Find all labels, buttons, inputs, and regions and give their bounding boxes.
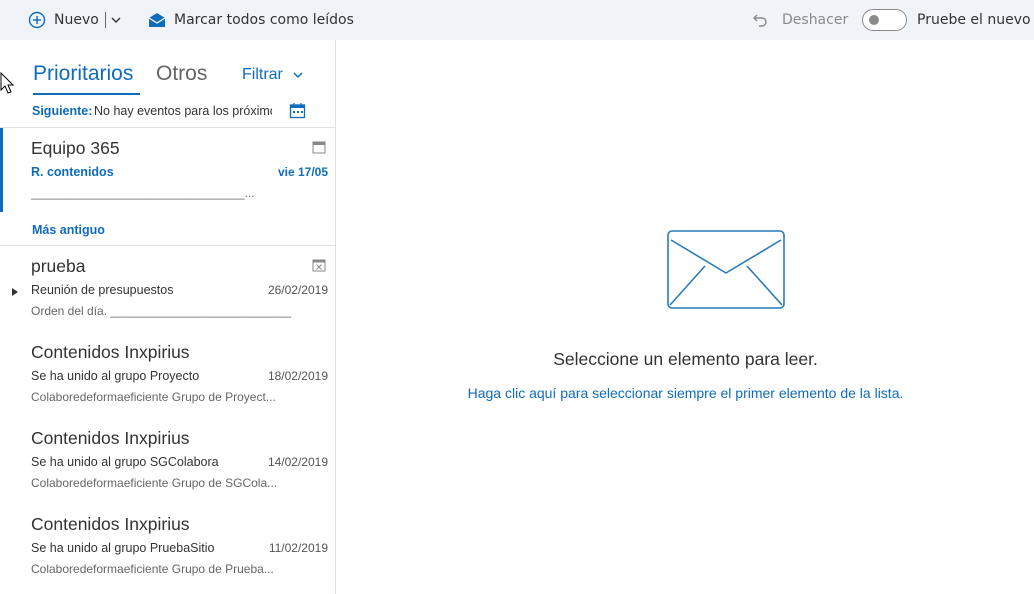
- message-date: 11/02/2019: [268, 541, 328, 555]
- message-preview: ________________________________...: [31, 186, 255, 200]
- tab-focused[interactable]: Prioritarios: [33, 62, 133, 86]
- selected-indicator: [0, 128, 3, 212]
- message-date: vie 17/05: [277, 165, 328, 179]
- toggle-knob: [869, 15, 879, 25]
- message-subject: Se ha unido al grupo Proyecto: [31, 369, 200, 383]
- list-item[interactable]: Contenidos Inxpirius Se ha unido al grup…: [0, 504, 335, 590]
- message-preview: Colaboredeformaeficiente Grupo de Prueba…: [31, 562, 274, 576]
- plus-circle-icon: [28, 11, 46, 29]
- tab-focused-underline: [33, 93, 140, 95]
- message-preview: Orden del día. _________________________…: [31, 304, 291, 318]
- new-button-label: Nuevo: [54, 12, 99, 28]
- envelope-icon: [667, 230, 785, 309]
- upcoming-text: No hay eventos para los próximos dos día…: [94, 104, 272, 118]
- message-sender: Contenidos Inxpirius: [31, 428, 190, 448]
- expand-triangle-icon[interactable]: [12, 288, 18, 296]
- try-new-outlook-label: Pruebe el nuevo Outlook: [917, 12, 1034, 28]
- calendar-icon: [312, 141, 326, 154]
- message-subject: Se ha unido al grupo PruebaSitio: [31, 541, 215, 555]
- group-header-older: Más antiguo: [0, 218, 335, 246]
- open-envelope-icon: [148, 13, 166, 27]
- message-date: 14/02/2019: [267, 455, 328, 469]
- list-item[interactable]: Contenidos Inxpirius Se ha unido al grup…: [0, 332, 335, 418]
- message-sender: Contenidos Inxpirius: [31, 342, 190, 362]
- reading-pane: Seleccione un elemento para leer. Haga c…: [337, 40, 1034, 594]
- inbox-pivots: Prioritarios Otros Filtrar: [0, 40, 335, 96]
- toggle-switch[interactable]: [862, 9, 907, 31]
- upcoming-events-bar: Siguiente: No hay eventos para los próxi…: [0, 96, 335, 128]
- tab-other[interactable]: Otros: [156, 62, 207, 86]
- select-first-item-link[interactable]: Haga clic aquí para seleccionar siempre …: [297, 385, 1034, 401]
- try-new-outlook-toggle[interactable]: Pruebe el nuevo Outlook: [862, 0, 1034, 40]
- new-button[interactable]: Nuevo: [28, 0, 122, 40]
- message-sender: Equipo 365: [31, 138, 120, 158]
- message-subject: R. contenidos: [31, 165, 114, 179]
- chevron-down-icon: [293, 72, 303, 79]
- calendar-cancel-icon: [312, 259, 326, 272]
- list-item[interactable]: prueba Reunión de presupuestos 26/02/201…: [0, 246, 335, 332]
- message-preview: Colaboredeformaeficiente Grupo de SGCola…: [31, 476, 278, 490]
- undo-label: Deshacer: [782, 12, 849, 28]
- message-preview: Colaboredeformaeficiente Grupo de Proyec…: [31, 390, 276, 404]
- group-header-label: Más antiguo: [32, 223, 105, 237]
- message-subject: Reunión de presupuestos: [31, 283, 174, 297]
- new-button-separator: [104, 12, 106, 28]
- message-date: 26/02/2019: [267, 283, 328, 297]
- upcoming-label: Siguiente:: [32, 104, 93, 118]
- message-date: 18/02/2019: [267, 369, 328, 383]
- command-bar: Nuevo Marcar todos como leídos Deshacer …: [0, 0, 1034, 40]
- message-subject: Se ha unido al grupo SGColabora: [31, 455, 219, 469]
- undo-button[interactable]: Deshacer: [752, 0, 848, 40]
- mark-all-read-label: Marcar todos como leídos: [174, 12, 354, 28]
- calendar-icon[interactable]: [289, 102, 306, 119]
- chevron-down-icon[interactable]: [110, 14, 122, 26]
- message-list-pane: Prioritarios Otros Filtrar Siguiente: No…: [0, 40, 336, 594]
- filter-button[interactable]: Filtrar: [242, 66, 303, 84]
- mark-all-read-button[interactable]: Marcar todos como leídos: [148, 0, 354, 40]
- filter-label: Filtrar: [242, 66, 283, 83]
- mouse-cursor-icon: [0, 72, 15, 94]
- undo-icon: [753, 14, 767, 27]
- empty-state-title: Seleccione un elemento para leer.: [553, 349, 818, 369]
- message-sender: prueba: [31, 256, 86, 276]
- message-sender: Contenidos Inxpirius: [31, 514, 190, 534]
- list-item[interactable]: Contenidos Inxpirius Se ha unido al grup…: [0, 418, 335, 504]
- list-item[interactable]: Equipo 365 R. contenidos vie 17/05 _____…: [0, 128, 335, 214]
